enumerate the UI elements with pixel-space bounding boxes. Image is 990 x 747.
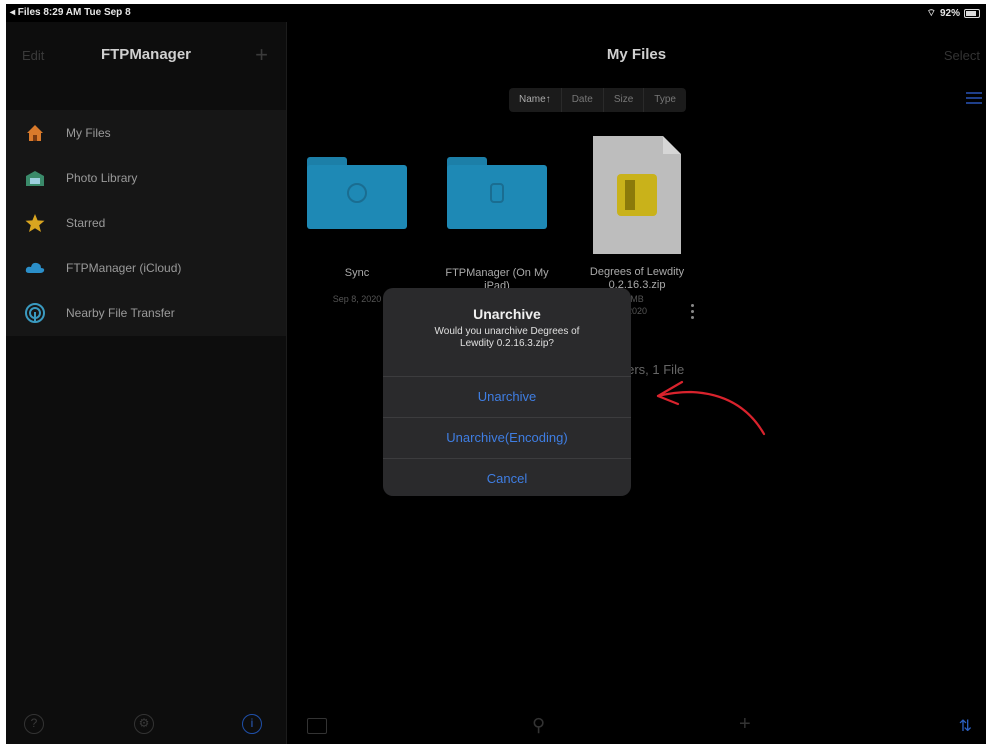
dialog-title: Unarchive	[473, 306, 541, 322]
sort-date-tab[interactable]: Date	[562, 88, 604, 112]
search-icon[interactable]: ⚲	[532, 715, 545, 736]
sidebar-item-label: Starred	[66, 215, 106, 230]
file-item-ftpmanager-on-ipad[interactable]: FTPManager (On My iPad)	[437, 157, 557, 293]
sort-control: Name↑ Date Size Type	[509, 88, 686, 112]
add-button[interactable]: +	[255, 42, 268, 68]
sidebar-item-nearby-transfer[interactable]: Nearby File Transfer	[6, 290, 286, 335]
sidebar-item-my-files[interactable]: My Files	[6, 110, 286, 155]
wifi-icon: ⌔	[926, 8, 936, 19]
house-icon	[24, 122, 46, 144]
unarchive-dialog: Unarchive Would you unarchive Degrees of…	[383, 288, 631, 496]
battery-icon	[964, 9, 980, 18]
settings-icon[interactable]: ⚙	[134, 714, 154, 734]
ipad-screen: ◂ Files 8:29 AM Tue Sep 8 ⌔ 92% Edit FTP…	[6, 4, 986, 744]
page-title: My Files	[606, 46, 667, 63]
status-time: 8:29 AM	[43, 7, 82, 18]
sidebar-item-photo-library[interactable]: Photo Library	[6, 155, 286, 200]
cancel-button[interactable]: Cancel	[383, 458, 631, 496]
status-left: ◂ Files 8:29 AM Tue Sep 8	[10, 7, 131, 18]
sort-type-tab[interactable]: Type	[644, 88, 686, 112]
sidebar-toggle-icon[interactable]	[307, 718, 327, 734]
zip-file-icon	[593, 136, 681, 254]
unarchive-encoding-button[interactable]: Unarchive(Encoding)	[383, 417, 631, 458]
add-file-icon[interactable]: +	[739, 713, 751, 736]
sidebar-item-starred[interactable]: Starred	[6, 200, 286, 245]
cloud-icon	[24, 257, 46, 279]
unarchive-button[interactable]: Unarchive	[383, 376, 631, 417]
help-icon[interactable]: ?	[24, 714, 44, 734]
photo-library-icon	[24, 167, 46, 189]
star-icon	[24, 212, 46, 234]
sort-size-tab[interactable]: Size	[604, 88, 645, 112]
file-item-sync[interactable]: Sync Sep 8, 2020	[297, 157, 417, 304]
folder-icon	[447, 157, 547, 229]
transfer-icon[interactable]: ⇅	[959, 716, 972, 736]
sidebar-item-label: Photo Library	[66, 170, 138, 185]
dialog-message: Would you unarchive Degrees of Lewdity 0…	[434, 326, 580, 349]
info-icon[interactable]: i	[242, 714, 262, 734]
sort-name-tab[interactable]: Name↑	[509, 88, 562, 112]
list-view-icon[interactable]	[966, 92, 982, 106]
sidebar-footer: ? ⚙ i	[6, 702, 286, 744]
main-footer: ⚲ + ⇅	[287, 702, 986, 744]
status-right: ⌔ 92%	[927, 7, 980, 20]
select-button[interactable]: Select	[944, 48, 980, 63]
sidebar-item-label: Nearby File Transfer	[66, 305, 175, 320]
status-bar: ◂ Files 8:29 AM Tue Sep 8 ⌔ 92%	[6, 4, 986, 22]
nearby-transfer-icon	[24, 302, 46, 324]
sidebar-title: FTPManager	[100, 46, 191, 63]
more-options-icon[interactable]	[691, 304, 695, 322]
annotation-arrow	[656, 380, 766, 436]
sidebar-item-label: My Files	[66, 125, 111, 140]
sidebar-item-icloud[interactable]: FTPManager (iCloud)	[6, 245, 286, 290]
status-date: Tue Sep 8	[84, 7, 131, 18]
sidebar-item-label: FTPManager (iCloud)	[66, 260, 182, 275]
folder-icon	[307, 157, 407, 229]
file-name: Sync	[344, 267, 370, 279]
sidebar-list: My Files Photo Library Starred FTPManage…	[6, 110, 286, 336]
back-to-app-link[interactable]: ◂ Files	[10, 7, 41, 18]
battery-percent: 92%	[939, 8, 960, 19]
sidebar: Edit FTPManager + My Files Photo Library	[6, 22, 287, 744]
sidebar-header: Edit FTPManager +	[6, 22, 286, 90]
